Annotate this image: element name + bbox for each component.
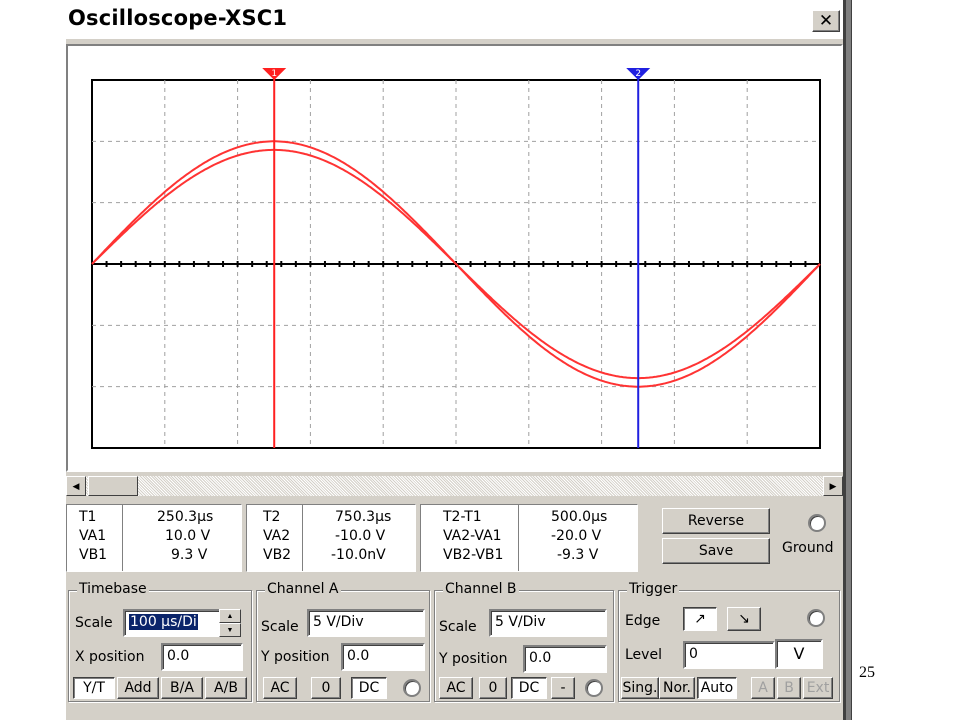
page-number: 25	[859, 664, 875, 681]
channel-b-dc-button[interactable]: DC	[511, 677, 547, 699]
readout-label: VA2	[263, 528, 291, 544]
readout-value: 750.3μs	[335, 509, 392, 525]
cursor-2-label: 2	[635, 69, 641, 79]
save-button[interactable]: Save	[662, 538, 770, 564]
channel-b-zero-button[interactable]: 0	[479, 677, 507, 699]
readout-label: T2-T1	[443, 509, 482, 525]
timebase-group: Timebase Scale 100 μs/Di ▲ ▼ X position …	[68, 581, 252, 702]
mode-add-button[interactable]: Add	[117, 677, 159, 699]
readout-label: T2	[263, 509, 281, 525]
scroll-right-button[interactable]: ▶	[823, 476, 843, 496]
scroll-thumb[interactable]	[88, 476, 138, 496]
trigger-source-ext-button[interactable]: Ext	[803, 677, 833, 699]
channel-a-scale-label: Scale	[261, 619, 299, 635]
channel-b-ac-button[interactable]: AC	[439, 677, 473, 699]
oscilloscope-screen[interactable]: 1 2	[66, 44, 843, 472]
readout-label: VB2-VB1	[443, 547, 504, 563]
spin-down-icon[interactable]: ▼	[219, 623, 241, 637]
timebase-xpos-label: X position	[75, 649, 145, 665]
channel-a-ypos-field[interactable]: 0.0	[341, 643, 425, 671]
readout-label: VB1	[79, 547, 108, 563]
readout-label: T1	[79, 509, 97, 525]
channel-a-title: Channel A	[265, 581, 341, 597]
channel-a-radio-icon[interactable]	[403, 679, 421, 697]
timebase-scale-field[interactable]: 100 μs/Di	[123, 609, 221, 637]
readout-value: 250.3μs	[157, 509, 214, 525]
channel-a-ac-button[interactable]: AC	[263, 677, 297, 699]
channel-a-group: Channel A Scale 5 V/Div Y position 0.0 A…	[256, 581, 430, 702]
readout-value: -20.0 V	[551, 528, 602, 544]
falling-edge-icon: ↘	[738, 611, 750, 627]
cursor-1-label: 1	[271, 69, 277, 79]
readout-value: -10.0nV	[331, 547, 386, 563]
readout-t2: T2 VA2 VB2 750.3μs -10.0 V -10.0nV	[246, 504, 416, 572]
channel-b-ypos-label: Y position	[439, 651, 508, 667]
close-icon: ✕	[818, 11, 834, 31]
readout-value: 10.0 V	[165, 528, 211, 544]
ground-radio-icon[interactable]	[808, 514, 826, 532]
channel-b-scale-label: Scale	[439, 619, 477, 635]
channel-b-title: Channel B	[443, 581, 519, 597]
channel-b-group: Channel B Scale 5 V/Div Y position 0.0 A…	[434, 581, 614, 702]
channel-a-dc-button[interactable]: DC	[351, 677, 387, 699]
channel-a-zero-button[interactable]: 0	[311, 677, 341, 699]
channel-b-scale-field[interactable]: 5 V/Div	[489, 609, 607, 637]
timebase-scale-stepper[interactable]: ▲ ▼	[219, 609, 241, 637]
ground-label: Ground	[782, 540, 834, 556]
readout-diff: T2-T1 VA2-VA1 VB2-VB1 500.0μs -20.0 V -9…	[420, 504, 638, 572]
triangle-left-icon: ◀	[72, 480, 80, 491]
readout-t2-labels: T2 VA2 VB2	[247, 505, 303, 571]
close-button[interactable]: ✕	[812, 10, 840, 32]
readout-label: VA2-VA1	[443, 528, 502, 544]
readout-t1: T1 VA1 VB1 250.3μs 10.0 V 9.3 V	[66, 504, 242, 572]
oscilloscope-window: Oscilloscope-XSC1 ✕ 1 2 ◀ ▶ T1 VA1 VB1 2…	[64, 0, 846, 720]
timebase-scale-value: 100 μs/Di	[129, 614, 198, 630]
readout-value: 500.0μs	[551, 509, 608, 525]
channel-b-radio-icon[interactable]	[585, 679, 603, 697]
mode-ab-button[interactable]: A/B	[205, 677, 247, 699]
screen-background	[68, 46, 841, 470]
readout-diff-labels: T2-T1 VA2-VA1 VB2-VB1	[421, 505, 519, 571]
channel-a-ypos-label: Y position	[261, 649, 330, 665]
spin-up-icon[interactable]: ▲	[219, 609, 241, 623]
readout-label: VB2	[263, 547, 292, 563]
trigger-level-label: Level	[625, 647, 662, 663]
trigger-level-unit[interactable]: V	[775, 639, 823, 669]
trigger-single-button[interactable]: Sing.	[621, 677, 659, 699]
mode-yt-button[interactable]: Y/T	[73, 677, 115, 699]
window-title: Oscilloscope-XSC1	[68, 6, 288, 30]
readout-value: 9.3 V	[171, 547, 208, 563]
scope-display[interactable]: 1 2	[68, 46, 841, 470]
scroll-left-button[interactable]: ◀	[66, 476, 86, 496]
trigger-normal-button[interactable]: Nor.	[659, 677, 695, 699]
trigger-title: Trigger	[627, 581, 680, 597]
readout-t1-labels: T1 VA1 VB1	[67, 505, 123, 571]
trigger-level-field[interactable]: 0	[683, 641, 775, 669]
trigger-rising-edge-button[interactable]: ↗	[683, 607, 717, 631]
trigger-auto-button[interactable]: Auto	[697, 677, 737, 699]
triangle-right-icon: ▶	[829, 480, 837, 491]
reverse-button[interactable]: Reverse	[662, 508, 770, 534]
timebase-scale-label: Scale	[75, 615, 113, 631]
timebase-title: Timebase	[77, 581, 149, 597]
channel-a-scale-field[interactable]: 5 V/Div	[307, 609, 425, 637]
horizontal-scrollbar[interactable]: ◀ ▶	[66, 476, 843, 496]
trigger-source-b-button[interactable]: B	[777, 677, 801, 699]
trigger-source-a-button[interactable]: A	[751, 677, 775, 699]
title-bar[interactable]: Oscilloscope-XSC1 ✕	[66, 0, 843, 40]
window-edge-strip	[846, 0, 852, 720]
rising-edge-icon: ↗	[694, 611, 706, 627]
readout-value: -9.3 V	[557, 547, 599, 563]
readout-label: VA1	[79, 528, 107, 544]
mode-ba-button[interactable]: B/A	[161, 677, 203, 699]
trigger-falling-edge-button[interactable]: ↘	[727, 607, 761, 631]
timebase-xpos-field[interactable]: 0.0	[161, 643, 243, 671]
trigger-radio-icon[interactable]	[807, 609, 825, 627]
readout-value: -10.0 V	[335, 528, 386, 544]
channel-b-ypos-field[interactable]: 0.0	[523, 645, 607, 673]
trigger-group: Trigger Edge ↗ ↘ Level 0 V Sing. Nor. Au…	[618, 581, 840, 702]
channel-b-minus-button[interactable]: -	[551, 677, 575, 699]
trigger-edge-label: Edge	[625, 613, 661, 629]
